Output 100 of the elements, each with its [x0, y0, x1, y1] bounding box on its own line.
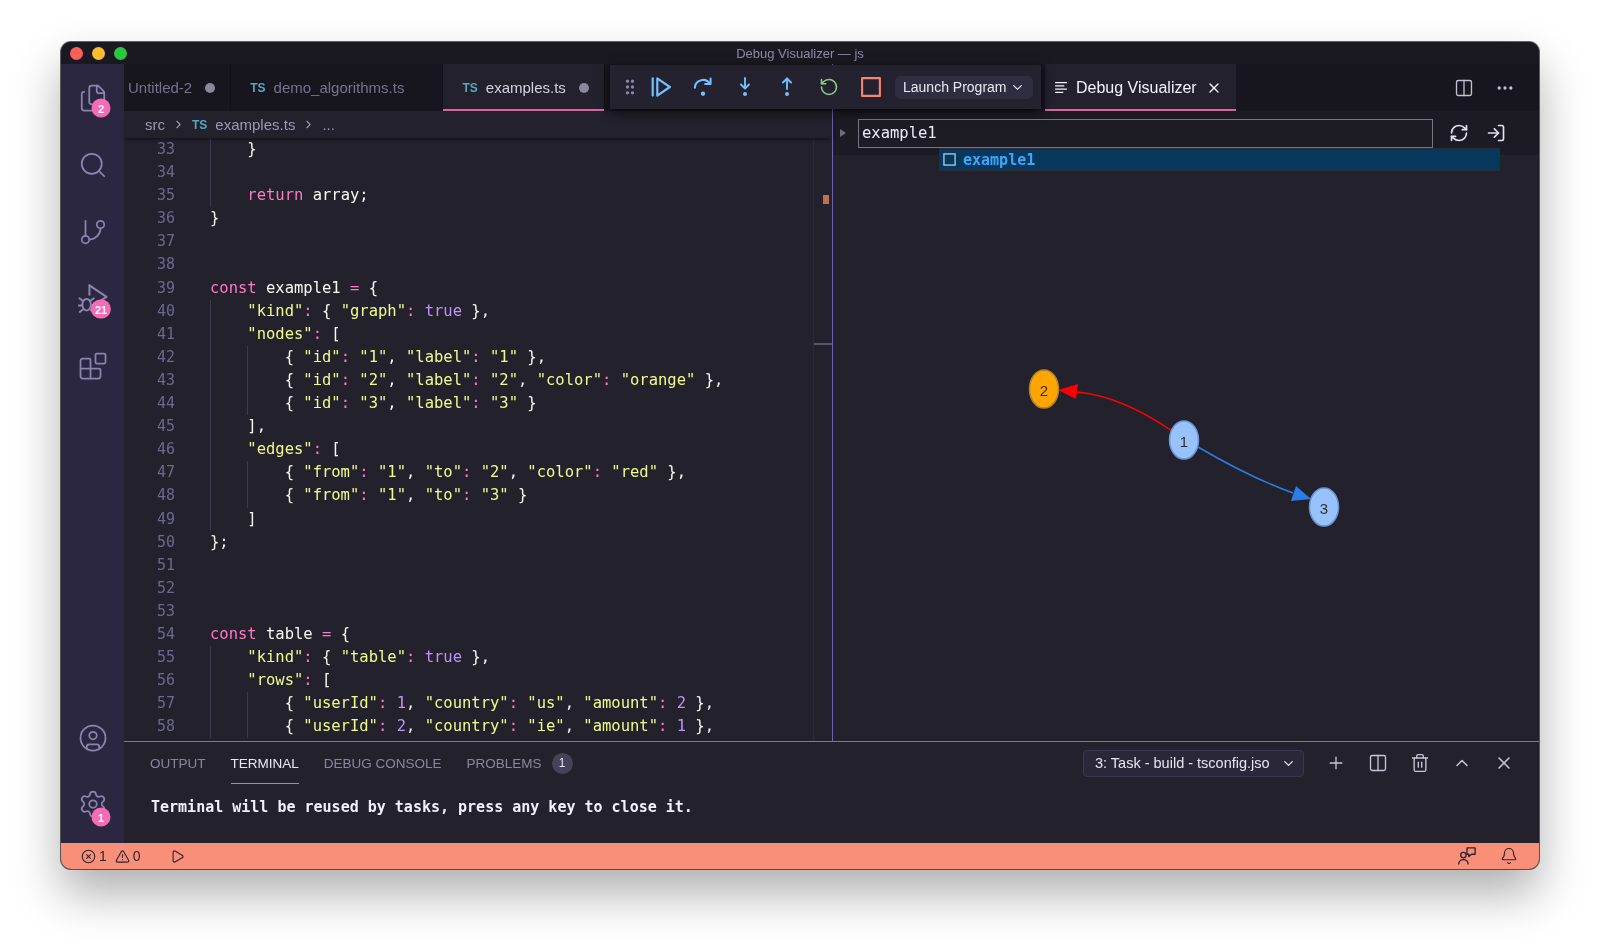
bell-icon[interactable]: [1500, 847, 1518, 865]
code-line: }: [247, 139, 257, 160]
text-lines-icon: [1055, 82, 1067, 93]
line-number: 54: [155, 623, 175, 645]
count-badge: 1: [551, 752, 573, 774]
line-number: 58: [155, 716, 175, 738]
code-line: { "from": "1", "to": "3" }: [284, 485, 528, 507]
code-line: { "userId": 1, "country": "us", "amount": 2 },: [284, 693, 714, 715]
window-title: Debug Visualizer — js: [736, 45, 864, 61]
code-line: { "id": "2", "label": "2", "color": "orange" },: [284, 369, 724, 391]
terminal-select[interactable]: 3: Task - build - tsconfig.jso: [1083, 749, 1304, 777]
graph-node[interactable]: [1028, 369, 1060, 409]
play-icon[interactable]: [169, 848, 185, 864]
square-icon: [943, 153, 956, 166]
panel-tab[interactable]: PROBLEMS 1: [466, 742, 573, 784]
code-line: { "id": "1", "label": "1" },: [284, 346, 546, 368]
code-line: }: [210, 208, 220, 230]
graph-node[interactable]: [1168, 420, 1200, 460]
line-number: 38: [155, 254, 175, 276]
code-line: ],: [247, 416, 266, 438]
line-number: 45: [155, 416, 175, 438]
line-number: 39: [155, 277, 175, 299]
code-line: "rows": [: [247, 670, 332, 692]
code-line: "kind": { "graph": true },: [247, 300, 490, 322]
circle-x-icon[interactable]: [81, 848, 96, 864]
line-number: 55: [155, 647, 175, 669]
bar-play-icon[interactable]: [651, 77, 671, 97]
arc-arrow-dot-icon[interactable]: [693, 77, 713, 97]
panel-tab[interactable]: TERMINAL: [230, 742, 299, 784]
launch-config-select[interactable]: Launch Program: [895, 75, 1033, 99]
code-line: ]: [247, 508, 257, 530]
user-circle-icon[interactable]: [77, 723, 108, 753]
count-badge: 1: [91, 807, 111, 827]
breadcrumb-item[interactable]: ...: [322, 116, 335, 133]
file-type-label: TS: [250, 80, 266, 95]
triangle-right-icon[interactable]: [839, 128, 847, 138]
refresh-icon[interactable]: [1449, 123, 1469, 143]
minimize-window-icon[interactable]: [92, 46, 105, 60]
ruler-marker-icon: [823, 195, 829, 204]
play-bug-icon[interactable]: [77, 283, 108, 314]
count-badge: 21: [90, 299, 112, 319]
file-type-label: TS: [192, 117, 208, 132]
line-number: 43: [155, 369, 175, 391]
person-speech-icon[interactable]: [1458, 847, 1476, 865]
code-line: "nodes": [: [247, 323, 341, 345]
line-number: 47: [155, 462, 175, 484]
arrow-into-bracket-icon[interactable]: [1486, 123, 1506, 143]
columns-icon[interactable]: [1368, 753, 1388, 773]
trash-icon[interactable]: [1410, 753, 1430, 773]
line-number: 44: [155, 393, 175, 415]
line-number: 52: [155, 577, 175, 599]
warning-count: 0: [132, 848, 141, 864]
blocks-icon[interactable]: [77, 350, 108, 381]
code-line: "edges": [: [247, 439, 341, 461]
code-line: { "from": "1", "to": "2", "color": "red" },: [284, 462, 686, 484]
line-number: 51: [155, 554, 175, 576]
line-number: 35: [155, 185, 175, 207]
close-window-icon[interactable]: [70, 46, 83, 60]
line-number: 34: [155, 162, 175, 184]
stop-icon[interactable]: [861, 77, 881, 97]
count-badge: 2: [91, 98, 111, 118]
rotate-arrow-icon[interactable]: [819, 77, 839, 97]
line-number: 33: [155, 139, 175, 160]
breadcrumb-item[interactable]: TS examples.ts: [192, 116, 296, 133]
code-line: const example1 = {: [210, 277, 378, 299]
line-number: 41: [155, 323, 175, 345]
line-number: 42: [155, 346, 175, 368]
line-number: 57: [155, 693, 175, 715]
code-line: return array;: [247, 185, 369, 207]
expression-input[interactable]: example1: [858, 118, 1433, 148]
line-number: 49: [155, 508, 175, 530]
graph-node[interactable]: [1308, 487, 1340, 527]
line-number: 48: [155, 485, 175, 507]
error-count: 1: [99, 848, 107, 864]
warning-icon[interactable]: [114, 848, 130, 864]
code-line: { "id": "3", "label": "3" }: [284, 393, 537, 415]
visualizer-tab[interactable]: Debug Visualizer: [1045, 64, 1236, 111]
breadcrumb-item[interactable]: src: [145, 116, 165, 133]
terminal-output: Terminal will be reused by tasks, press any key to close it.: [150, 798, 694, 816]
line-number: 46: [155, 439, 175, 461]
node-label: 3: [1319, 499, 1329, 517]
line-number: 50: [155, 531, 175, 553]
line-number: 53: [155, 600, 175, 622]
node-label: 2: [1039, 381, 1049, 399]
code-line: };: [210, 531, 229, 553]
editor-tab[interactable]: TS examples.ts: [443, 64, 605, 111]
maximize-window-icon[interactable]: [114, 46, 127, 60]
code-line: const table = {: [210, 623, 350, 645]
panel-tab[interactable]: DEBUG CONSOLE: [323, 742, 442, 784]
file-type-label: TS: [462, 80, 478, 95]
panel-tab[interactable]: OUTPUT: [150, 742, 206, 784]
line-number: 37: [155, 231, 175, 253]
node-label: 1: [1179, 432, 1189, 450]
line-number: 36: [155, 208, 175, 230]
code-line: { "userId": 2, "country": "ie", "amount": 1 },: [284, 716, 714, 738]
line-number: 56: [155, 670, 175, 692]
columns-icon[interactable]: [1454, 77, 1474, 98]
code-line: "kind": { "table": true },: [247, 647, 490, 669]
line-number: 40: [155, 300, 175, 322]
suggestion-item[interactable]: example1: [940, 149, 1499, 170]
